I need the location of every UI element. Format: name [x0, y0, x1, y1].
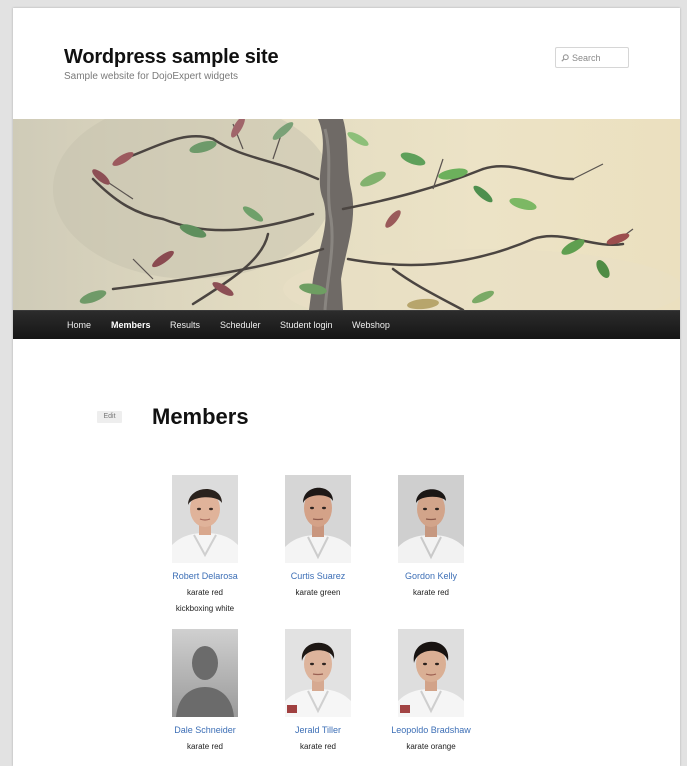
member-name[interactable]: Dale Schneider	[145, 725, 265, 735]
site-description: Sample website for DojoExpert widgets	[64, 71, 238, 82]
member-rank: karate red	[186, 742, 224, 751]
member-name[interactable]: Robert Delarosa	[145, 571, 265, 581]
member-rank: karate red	[186, 588, 224, 597]
member-card: Gordon Kelly karate red	[371, 475, 491, 597]
nav-item-members[interactable]: Members	[111, 311, 151, 339]
member-rank: karate green	[295, 588, 341, 597]
search-input[interactable]	[569, 52, 622, 63]
member-card: Robert Delarosa karate red kickboxing wh…	[145, 475, 265, 613]
nav-item-scheduler[interactable]: Scheduler	[220, 311, 261, 339]
member-name[interactable]: Leopoldo Bradshaw	[371, 725, 491, 735]
member-photo[interactable]	[285, 475, 351, 563]
search-icon	[561, 53, 569, 62]
member-card: Jerald Tiller karate red	[258, 629, 378, 751]
edit-link[interactable]: Edit	[97, 411, 122, 423]
nav-item-results[interactable]: Results	[170, 311, 200, 339]
nav-item-webshop[interactable]: Webshop	[352, 311, 390, 339]
member-rank: karate orange	[406, 742, 456, 751]
member-card: Dale Schneider karate red	[145, 629, 265, 751]
nav-item-student-login[interactable]: Student login	[280, 311, 333, 339]
member-photo[interactable]	[285, 629, 351, 717]
header-banner-image	[13, 119, 680, 310]
site-title[interactable]: Wordpress sample site	[64, 46, 279, 69]
member-card: Leopoldo Bradshaw karate orange	[371, 629, 491, 751]
page-container: Wordpress sample site Sample website for…	[13, 8, 680, 766]
member-photo[interactable]	[172, 475, 238, 563]
member-photo-placeholder[interactable]	[172, 629, 238, 717]
search-box[interactable]	[555, 47, 629, 68]
member-photo[interactable]	[398, 629, 464, 717]
nav-item-home[interactable]: Home	[67, 311, 91, 339]
member-photo[interactable]	[398, 475, 464, 563]
member-name[interactable]: Jerald Tiller	[258, 725, 378, 735]
main-navigation: Home Members Results Scheduler Student l…	[13, 310, 680, 339]
member-name[interactable]: Gordon Kelly	[371, 571, 491, 581]
member-name[interactable]: Curtis Suarez	[258, 571, 378, 581]
member-rank: karate red	[299, 742, 337, 751]
member-card: Curtis Suarez karate green	[258, 475, 378, 597]
page-title: Members	[152, 404, 249, 429]
member-rank: kickboxing white	[175, 604, 235, 613]
member-rank: karate red	[412, 588, 450, 597]
